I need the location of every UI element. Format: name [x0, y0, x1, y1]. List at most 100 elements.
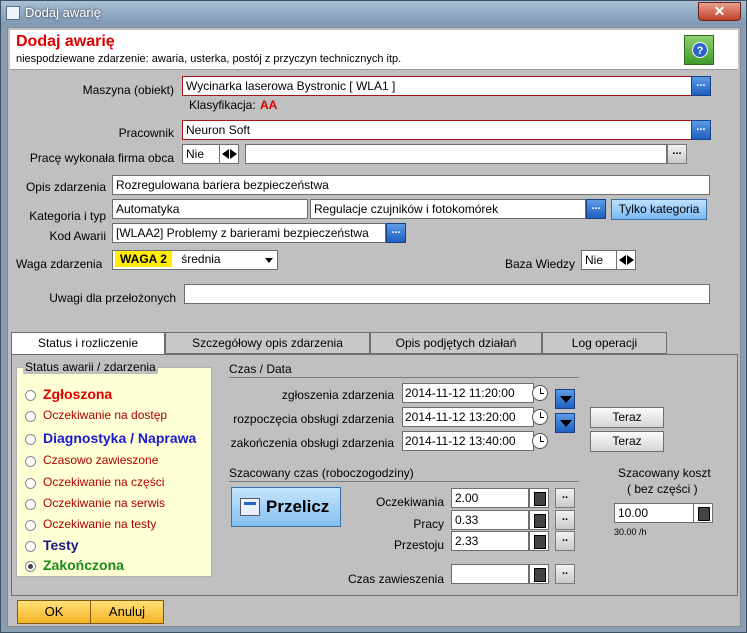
description-label: Opis zdarzenia [25, 180, 106, 194]
calculator-icon[interactable] [529, 564, 549, 584]
work-input[interactable]: 0.33 [451, 510, 529, 530]
started-down-button[interactable] [555, 413, 575, 433]
radio-icon [25, 541, 36, 552]
status-radio-label: Czasowo zawieszone [43, 453, 159, 467]
help-icon: ? [692, 42, 708, 58]
now-finish-button[interactable]: Teraz [590, 431, 664, 452]
status-panel: Status awarii / zdarzenia Zgłoszona Oczek… [11, 354, 738, 596]
external-firm-input[interactable] [245, 144, 667, 164]
dialog-window: Dodaj awarię ✕ Dodaj awarię niespodziewa… [0, 0, 747, 633]
status-group-title: Status awarii / zdarzenia [23, 360, 158, 374]
calculator-icon[interactable] [529, 510, 549, 530]
help-button[interactable]: ? [684, 35, 714, 65]
cost-subtitle: ( bez części ) [627, 482, 698, 496]
radio-icon [25, 434, 36, 445]
weight-label: Waga zdarzenia [16, 257, 103, 271]
waiting-input[interactable]: 2.00 [451, 488, 529, 508]
downtime-more-button[interactable]: .. [555, 531, 575, 551]
notes-label: Uwagi dla przełożonych [49, 291, 176, 305]
chevron-down-icon [265, 258, 273, 263]
type-field[interactable]: Regulacje czujników i fotokomórek [310, 199, 586, 219]
weight-select[interactable]: WAGA 2 średnia [112, 250, 278, 270]
status-radio-label: Oczekiwanie na testy [43, 517, 157, 531]
clock-icon[interactable] [532, 385, 548, 401]
dialog-client: Dodaj awarię niespodziewane zdarzenie: a… [7, 27, 741, 627]
worker-browse-button[interactable]: ... [691, 120, 711, 140]
recalculate-button[interactable]: Przelicz [231, 487, 341, 527]
estimate-title: Szacowany czas (roboczogodziny) [229, 466, 414, 480]
title-bar[interactable]: Dodaj awarię ✕ [1, 1, 746, 25]
radio-icon [25, 478, 36, 489]
calculator-icon[interactable] [529, 488, 549, 508]
tab-log[interactable]: Log operacji [542, 332, 667, 354]
reported-down-button[interactable] [555, 389, 575, 409]
estimate-separator [229, 481, 579, 482]
arrow-left-icon [222, 149, 229, 159]
tab-actions[interactable]: Opis podjętych działań [370, 332, 542, 354]
reported-datetime[interactable]: 2014-11-12 11:20:00 [402, 383, 534, 403]
only-category-button[interactable]: Tylko kategoria [611, 199, 707, 220]
fault-code-browse-button[interactable]: ... [386, 223, 406, 243]
status-radio-label: Testy [43, 537, 79, 553]
close-button[interactable]: ✕ [698, 2, 741, 21]
reported-label: zgłoszenia zdarzenia [281, 388, 394, 402]
times-separator [229, 377, 579, 378]
fault-code-field[interactable]: [WLAA2] Problemy z barierami bezpieczeńs… [112, 223, 386, 243]
category-label: Kategoria i typ [29, 209, 106, 223]
hourly-rate: 30.00 /h [614, 527, 647, 537]
arrow-right-icon [627, 255, 634, 265]
clock-icon[interactable] [532, 409, 548, 425]
waiting-label: Oczekiwania [375, 495, 444, 509]
app-icon [6, 6, 20, 20]
cost-input[interactable]: 10.00 [614, 503, 694, 523]
classification-label: Klasyfikacja: [189, 98, 256, 112]
radio-icon [25, 456, 36, 467]
now-start-button[interactable]: Teraz [590, 407, 664, 428]
tab-status[interactable]: Status i rozliczenie [11, 332, 165, 355]
machine-browse-button[interactable]: ... [691, 76, 711, 96]
calculator-icon[interactable] [529, 531, 549, 551]
knowledge-base-toggle[interactable] [616, 250, 636, 270]
work-label: Pracy [413, 517, 444, 531]
external-firm-toggle[interactable] [219, 144, 239, 164]
downtime-input[interactable]: 2.33 [451, 531, 529, 551]
page-subtitle: niespodziewane zdarzenie: awaria, usterk… [16, 53, 402, 65]
finished-datetime[interactable]: 2014-11-12 13:40:00 [402, 431, 534, 451]
ok-button[interactable]: OK [17, 600, 91, 624]
calculator-icon [240, 498, 260, 516]
arrow-left-icon [619, 255, 626, 265]
external-firm-select[interactable]: Nie [182, 144, 220, 164]
suspend-more-button[interactable]: .. [555, 564, 575, 584]
status-radio-label: Oczekiwanie na serwis [43, 496, 166, 510]
radio-icon [25, 520, 36, 531]
clock-icon[interactable] [532, 433, 548, 449]
downtime-label: Przestoju [393, 538, 444, 552]
status-radio-label: Oczekiwanie na dostęp [43, 408, 168, 422]
category-browse-button[interactable]: ... [586, 199, 606, 219]
cost-title: Szacowany koszt [618, 466, 711, 480]
started-datetime[interactable]: 2014-11-12 13:20:00 [402, 407, 534, 427]
calculator-icon[interactable] [693, 503, 713, 523]
suspend-input[interactable] [451, 564, 529, 584]
knowledge-base-select[interactable]: Nie [581, 250, 617, 270]
radio-icon [25, 561, 36, 572]
weight-value: średnia [181, 252, 221, 266]
external-firm-label: Pracę wykonała firma obca [29, 151, 174, 165]
cancel-button[interactable]: Anuluj [90, 600, 164, 624]
tab-details[interactable]: Szczegółowy opis zdarzenia [165, 332, 370, 354]
machine-field[interactable]: Wycinarka laserowa Bystronic [ WLA1 ] [182, 76, 692, 96]
arrow-right-icon [230, 149, 237, 159]
worker-field[interactable]: Neuron Soft [182, 120, 692, 140]
header: Dodaj awarię niespodziewane zdarzenie: a… [10, 30, 738, 70]
started-label: rozpoczęcia obsługi zdarzenia [233, 412, 394, 426]
window-title: Dodaj awarię [25, 5, 101, 20]
waiting-more-button[interactable]: .. [555, 488, 575, 508]
external-firm-browse-button[interactable]: ... [667, 144, 687, 164]
description-input[interactable]: Rozregulowana bariera bezpieczeństwa [112, 175, 710, 195]
notes-input[interactable] [184, 284, 710, 304]
knowledge-base-label: Baza Wiedzy [505, 257, 576, 271]
suspend-label: Czas zawieszenia [347, 572, 444, 586]
category-field[interactable]: Automatyka [112, 199, 308, 219]
radio-icon [25, 411, 36, 422]
work-more-button[interactable]: .. [555, 510, 575, 530]
